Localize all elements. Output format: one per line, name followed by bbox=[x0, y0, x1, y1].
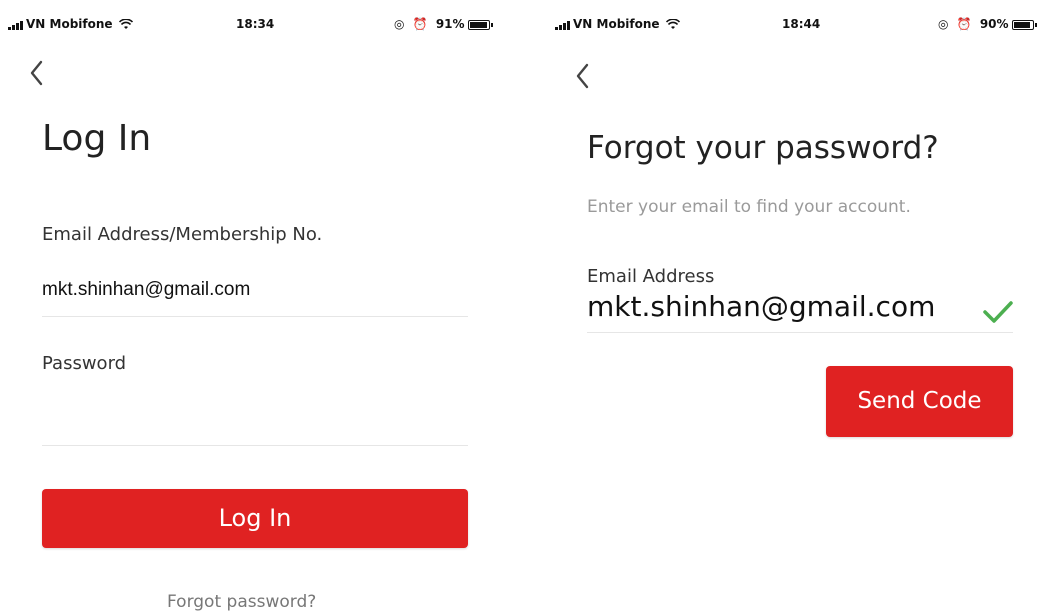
status-time: 18:34 bbox=[236, 17, 275, 31]
battery-icon bbox=[1011, 19, 1037, 30]
status-bar: VN Mobifone 18:34 ◎ ⏰ 91% bbox=[8, 14, 508, 34]
carrier-name: VN Mobifone bbox=[26, 17, 113, 31]
battery-percent: 90% bbox=[979, 17, 1009, 31]
wifi-icon bbox=[118, 19, 133, 29]
check-icon bbox=[983, 301, 1013, 323]
alarm-icon: ⏰ bbox=[412, 17, 428, 31]
status-right: ◎ ⏰ 91% bbox=[394, 14, 493, 34]
carrier-info: VN Mobifone bbox=[8, 14, 133, 34]
forgot-password-screen: VN Mobifone 18:44 ◎ ⏰ 90% Forgot your pa… bbox=[545, 0, 1043, 613]
email-label: Email Address/Membership No. bbox=[42, 224, 323, 245]
login-button[interactable]: Log In bbox=[42, 489, 468, 548]
password-field[interactable] bbox=[42, 398, 468, 428]
email-field[interactable]: mkt.shinhan@gmail.com bbox=[42, 279, 250, 301]
page-subtitle: Enter your email to find your account. bbox=[587, 197, 911, 217]
carrier-name: VN Mobifone bbox=[573, 17, 660, 31]
signal-icon bbox=[8, 20, 24, 30]
status-time: 18:44 bbox=[782, 17, 821, 31]
status-right: ◎ ⏰ 90% bbox=[938, 14, 1037, 34]
email-field[interactable]: mkt.shinhan@gmail.com bbox=[587, 290, 935, 323]
rotation-lock-icon: ◎ bbox=[938, 17, 949, 31]
login-screen: VN Mobifone 18:34 ◎ ⏰ 91% Log In Email A… bbox=[0, 0, 520, 613]
alarm-icon: ⏰ bbox=[956, 17, 972, 31]
carrier-info: VN Mobifone bbox=[555, 14, 680, 34]
password-underline bbox=[42, 445, 468, 446]
signal-icon bbox=[555, 20, 571, 30]
email-label: Email Address bbox=[587, 266, 715, 287]
email-underline bbox=[587, 332, 1013, 333]
battery-icon bbox=[467, 19, 493, 30]
status-bar: VN Mobifone 18:44 ◎ ⏰ 90% bbox=[555, 14, 1040, 34]
send-code-button[interactable]: Send Code bbox=[826, 366, 1013, 437]
battery-percent: 91% bbox=[435, 17, 465, 31]
page-title: Forgot your password? bbox=[587, 130, 939, 166]
page-title: Log In bbox=[42, 118, 152, 159]
wifi-icon bbox=[665, 19, 680, 29]
back-button[interactable] bbox=[26, 58, 48, 88]
forgot-password-link[interactable]: Forgot password? bbox=[167, 592, 316, 612]
back-button[interactable] bbox=[572, 61, 594, 91]
rotation-lock-icon: ◎ bbox=[394, 17, 405, 31]
email-underline bbox=[42, 316, 468, 317]
password-label: Password bbox=[42, 353, 127, 374]
